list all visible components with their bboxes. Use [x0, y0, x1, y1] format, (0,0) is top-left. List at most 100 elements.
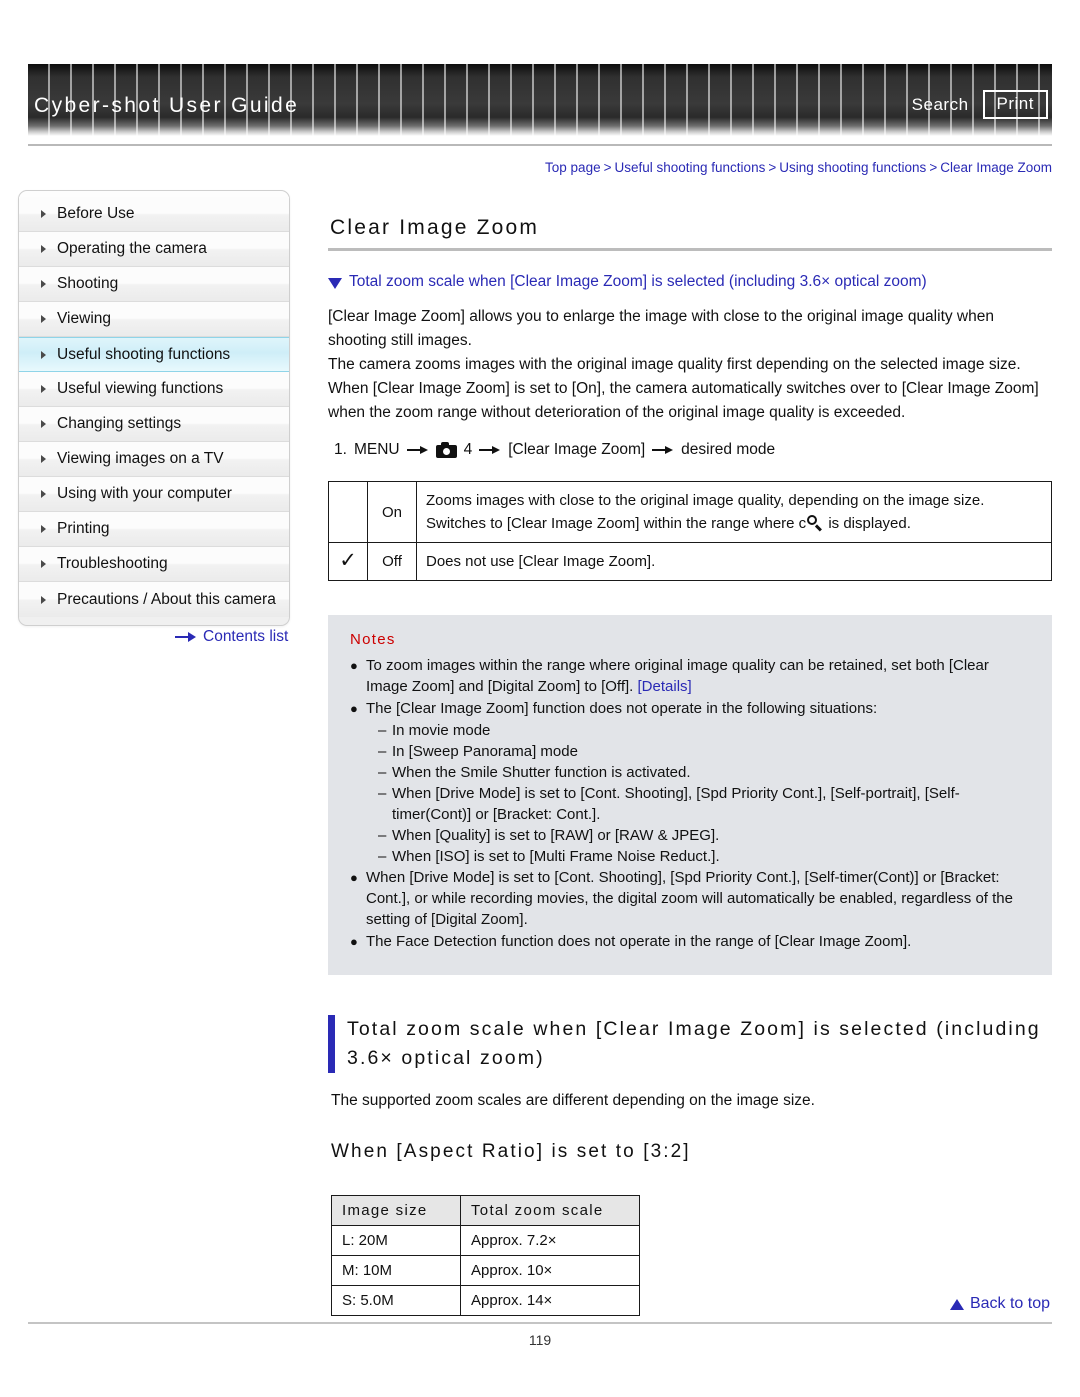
sidebar-item-using-with-your-computer[interactable]: Using with your computer: [19, 477, 289, 512]
chevron-right-icon: [41, 280, 46, 288]
note-item: ● The Face Detection function does not op…: [350, 931, 1030, 952]
bullet-icon: ●: [350, 934, 358, 950]
details-link[interactable]: [Details]: [638, 678, 692, 695]
contents-list-link[interactable]: Contents list: [175, 628, 288, 646]
note-item: ● To zoom images within the range where o…: [350, 655, 1030, 697]
note-sub-text: When [Drive Mode] is set to [Cont. Shoot…: [392, 785, 960, 824]
option-description-cell: Zooms images with close to the original …: [416, 481, 1052, 544]
header-divider: [28, 144, 1052, 146]
total-zoom-scale-cell: Approx. 14×: [460, 1285, 640, 1317]
sidebar-item-operating-the-camera[interactable]: Operating the camera: [19, 232, 289, 267]
chevron-right-icon: [41, 490, 46, 498]
default-check-cell: [328, 481, 368, 544]
menu-tab-number: 4: [463, 441, 473, 459]
triangle-down-icon: [328, 278, 342, 290]
default-check-cell: ✓: [328, 542, 368, 582]
chevron-right-icon: [41, 350, 46, 359]
breadcrumb-item[interactable]: Using shooting functions: [779, 160, 926, 175]
breadcrumb-item[interactable]: Top page: [545, 160, 601, 175]
sidebar-item-before-use[interactable]: Before Use: [19, 197, 289, 232]
note-sub-text: In movie mode: [392, 722, 491, 740]
chevron-right-icon: [41, 595, 46, 604]
dash-icon: –: [378, 722, 387, 740]
chevron-right-icon: [41, 525, 46, 533]
bullet-icon: ●: [350, 701, 358, 717]
sidebar-item-viewing[interactable]: Viewing: [19, 302, 289, 337]
footer-divider: [28, 1322, 1052, 1324]
notes-list: ● To zoom images within the range where o…: [350, 655, 1030, 952]
app-title: Cyber-shot User Guide: [34, 94, 300, 117]
dash-icon: –: [378, 827, 387, 845]
notes-title: Notes: [350, 631, 396, 649]
sidebar-item-label: Printing: [57, 520, 110, 537]
aspect-ratio-heading: When [Aspect Ratio] is set to [3:2]: [331, 1141, 691, 1163]
title-divider: [328, 248, 1052, 252]
note-item: ● When [Drive Mode] is set to [Cont. Shoo…: [350, 867, 1030, 930]
section2-heading: Total zoom scale when [Clear Image Zoom]…: [328, 1015, 1052, 1074]
section2-heading-text: Total zoom scale when [Clear Image Zoom]…: [347, 1018, 1041, 1070]
menu-setting-label: [Clear Image Zoom]: [508, 441, 646, 459]
bullet-icon: ●: [350, 658, 358, 674]
note-text: The [Clear Image Zoom] function does not…: [366, 700, 878, 718]
chevron-right-icon: [41, 385, 46, 393]
sidebar-item-changing-settings[interactable]: Changing settings: [19, 407, 289, 442]
chevron-right-icon: [41, 560, 46, 568]
column-header: Total zoom scale: [460, 1195, 640, 1227]
print-button[interactable]: Print: [982, 90, 1048, 119]
dash-icon: –: [378, 785, 387, 803]
sidebar-item-troubleshooting[interactable]: Troubleshooting: [19, 547, 289, 582]
breadcrumb-item[interactable]: Useful shooting functions: [614, 160, 765, 175]
note-sub-item: – In movie mode: [378, 720, 1030, 741]
breadcrumb-separator: >: [603, 160, 612, 175]
sidebar-item-label: Changing settings: [57, 415, 182, 432]
note-sub-text: When [ISO] is set to [Multi Frame Noise …: [392, 848, 720, 866]
sidebar-item-printing[interactable]: Printing: [19, 512, 289, 547]
jump-link-label: Total zoom scale when [Clear Image Zoom]…: [349, 273, 927, 291]
notes-box: Notes ● To zoom images within the range w…: [328, 615, 1052, 976]
table-header-row: Image size Total zoom scale: [331, 1195, 640, 1227]
dash-icon: –: [378, 848, 387, 866]
sidebar-item-label: Viewing: [57, 310, 112, 327]
breadcrumb: Top page > Useful shooting functions > Using…: [328, 160, 1052, 176]
zoom-table-head: Image size Total zoom scale: [331, 1195, 640, 1227]
dash-icon: –: [378, 764, 387, 782]
check-icon: ✓: [339, 547, 357, 572]
search-link[interactable]: Search: [912, 95, 969, 115]
section2-description: The supported zoom scales are different …: [331, 1092, 815, 1110]
back-to-top-label: Back to top: [969, 1295, 1050, 1312]
arrow-right-icon: [406, 445, 429, 455]
image-size-cell: S: 5.0M: [331, 1285, 461, 1317]
table-row: On Zooms images with close to the origina…: [328, 481, 1052, 544]
sidebar-item-shooting[interactable]: Shooting: [19, 267, 289, 302]
triangle-up-icon: [949, 1298, 964, 1310]
menu-label: MENU: [353, 441, 400, 459]
back-to-top-link[interactable]: Back to top: [949, 1295, 1050, 1313]
total-zoom-scale-cell: Approx. 10×: [460, 1255, 640, 1287]
options-table: On Zooms images with close to the origina…: [328, 481, 1052, 582]
note-item: ● The [Clear Image Zoom] function does no…: [350, 698, 1030, 719]
page-number: 119: [528, 1332, 552, 1348]
sidebar-item-useful-viewing-functions[interactable]: Useful viewing functions: [19, 372, 289, 407]
sidebar-item-label: Operating the camera: [57, 240, 207, 257]
chevron-right-icon: [41, 455, 46, 463]
magnifier-icon: [807, 515, 823, 532]
intro-paragraph-3: When [Clear Image Zoom] is set to [On], …: [328, 380, 1039, 422]
jump-to-section-link[interactable]: Total zoom scale when [Clear Image Zoom]…: [328, 273, 1052, 291]
zoom-table-body: L: 20M Approx. 7.2× M: 10M Approx. 10× S: 5.…: [331, 1225, 640, 1317]
breadcrumb-separator: >: [929, 160, 938, 175]
sidebar-item-precautions-about-this-camera[interactable]: Precautions / About this camera: [19, 582, 289, 617]
sidebar-item-viewing-images-on-a-tv[interactable]: Viewing images on a TV: [19, 442, 289, 477]
note-text: To zoom images within the range where or…: [366, 657, 989, 696]
description-line: Switches to [Clear Image Zoom] within th…: [426, 515, 911, 533]
dash-icon: –: [378, 743, 387, 761]
sidebar-item-label: Using with your computer: [57, 485, 232, 502]
contents-list-label: Contents list: [203, 628, 289, 645]
column-header: Image size: [331, 1195, 461, 1227]
arrow-right-icon: [175, 632, 197, 642]
note-sub-item: – When [Drive Mode] is set to [Cont. Shoo…: [378, 783, 1030, 825]
breadcrumb-item[interactable]: Clear Image Zoom: [940, 160, 1052, 175]
arrow-right-icon: [479, 445, 501, 455]
sidebar-item-useful-shooting-functions[interactable]: Useful shooting functions: [19, 337, 289, 372]
main-content: Top page > Useful shooting functions > Using…: [328, 160, 1052, 1317]
option-name-cell: On: [367, 481, 417, 544]
